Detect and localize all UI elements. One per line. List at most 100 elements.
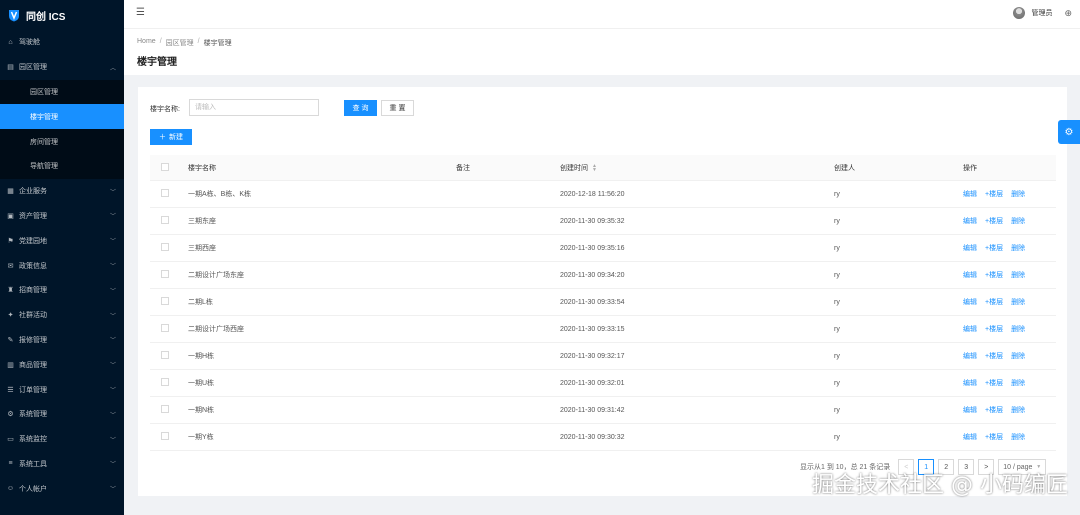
edit-link[interactable]: 编辑: [963, 324, 977, 334]
table-row[interactable]: 一期Y栋 2020-11-30 09:30:32 ry 编辑 +楼层 删除: [150, 424, 1056, 451]
row-checkbox[interactable]: [161, 432, 169, 440]
asset-icon: ▣: [7, 212, 14, 220]
sidebar-item[interactable]: ▦ 企业服务 ﹀: [0, 179, 124, 204]
sidebar-subitem[interactable]: 房间管理: [0, 129, 124, 154]
menu-fold-icon[interactable]: ☰: [136, 8, 146, 18]
sidebar-item[interactable]: ≡ 系统工具 ﹀: [0, 452, 124, 477]
row-checkbox[interactable]: [161, 405, 169, 413]
edit-link[interactable]: 编辑: [963, 189, 977, 199]
breadcrumb-park[interactable]: 园区管理: [166, 38, 194, 48]
edit-link[interactable]: 编辑: [963, 243, 977, 253]
row-checkbox-cell: [150, 432, 188, 442]
logo[interactable]: 同创 ICS: [0, 0, 124, 30]
new-building-button[interactable]: ＋ 新建: [150, 129, 192, 145]
table-row[interactable]: 二期设计广场西座 2020-11-30 09:33:15 ry 编辑 +楼层 删除: [150, 316, 1056, 343]
breadcrumb-home[interactable]: Home: [137, 38, 156, 48]
sidebar-item[interactable]: ▥ 商品管理 ﹀: [0, 352, 124, 377]
add-floor-link[interactable]: +楼层: [985, 378, 1003, 388]
top-header: ☰ 管理员 ⊕: [124, 0, 1080, 29]
row-checkbox[interactable]: [161, 270, 169, 278]
sidebar-item[interactable]: ▣ 资产管理 ﹀: [0, 204, 124, 229]
chevron-down-icon: ﹀: [109, 462, 116, 469]
select-all-checkbox[interactable]: [161, 162, 169, 171]
query-button[interactable]: 查 询: [344, 100, 377, 116]
avatar[interactable]: [1013, 7, 1026, 19]
delete-link[interactable]: 删除: [1011, 243, 1025, 253]
sidebar-item[interactable]: ▭ 系统监控 ﹀: [0, 427, 124, 452]
add-floor-link[interactable]: +楼层: [985, 324, 1003, 334]
table-row[interactable]: 二期L栋 2020-11-30 09:33:54 ry 编辑 +楼层 删除: [150, 289, 1056, 316]
sidebar-subitem[interactable]: 楼宇管理: [0, 104, 124, 130]
delete-link[interactable]: 删除: [1011, 351, 1025, 361]
settings-gear-icon[interactable]: ⚙: [1058, 120, 1080, 144]
add-floor-link[interactable]: +楼层: [985, 243, 1003, 253]
add-floor-link[interactable]: +楼层: [985, 432, 1003, 442]
table-row[interactable]: 一期N栋 2020-11-30 09:31:42 ry 编辑 +楼层 删除: [150, 397, 1056, 424]
sidebar-item[interactable]: ☰ 订单管理 ﹀: [0, 377, 124, 402]
building-name-search-input[interactable]: [189, 99, 319, 116]
username[interactable]: 管理员: [1031, 8, 1052, 18]
sidebar-item[interactable]: ☺ 个人帐户 ﹀: [0, 476, 124, 501]
row-checkbox-cell: [150, 243, 188, 253]
add-floor-link[interactable]: +楼层: [985, 216, 1003, 226]
tools-icon: ≡: [8, 460, 13, 468]
row-checkbox[interactable]: [161, 324, 169, 332]
table-row[interactable]: 三期东座 2020-11-30 09:35:32 ry 编辑 +楼层 删除: [150, 208, 1056, 235]
table-row[interactable]: 一期H栋 2020-11-30 09:32:17 ry 编辑 +楼层 删除: [150, 343, 1056, 370]
sidebar-item[interactable]: ⌂ 驾驶舱: [0, 30, 124, 55]
row-checkbox-cell: [150, 378, 188, 388]
language-globe-icon[interactable]: ⊕: [1064, 8, 1072, 19]
delete-link[interactable]: 删除: [1011, 405, 1025, 415]
delete-link[interactable]: 删除: [1011, 324, 1025, 334]
cell-actions: 编辑 +楼层 删除: [963, 351, 1056, 361]
sidebar-item[interactable]: ⚑ 党建园地 ﹀: [0, 228, 124, 253]
sidebar-item[interactable]: ♜ 招商管理 ﹀: [0, 278, 124, 303]
delete-link[interactable]: 删除: [1011, 270, 1025, 280]
delete-link[interactable]: 删除: [1011, 216, 1025, 226]
sidebar-item-label: 系统管理: [19, 411, 47, 419]
sidebar-subitem[interactable]: 导航管理: [0, 154, 124, 179]
edit-link[interactable]: 编辑: [963, 351, 977, 361]
sidebar-item[interactable]: ▤ 园区管理 ︿: [0, 55, 124, 80]
sort-icon[interactable]: ▲ ▼: [592, 163, 597, 172]
table-body: 一期A栋、B栋、K栋 2020-12-18 11:56:20 ry 编辑 +楼层 删除 三期…: [150, 181, 1056, 451]
sidebar-item[interactable]: ⚙ 系统管理 ﹀: [0, 402, 124, 427]
column-header-time[interactable]: 创建时间 ▲ ▼: [560, 163, 834, 173]
edit-link[interactable]: 编辑: [963, 297, 977, 307]
edit-link[interactable]: 编辑: [963, 378, 977, 388]
reset-button[interactable]: 重 置: [381, 100, 414, 116]
edit-link[interactable]: 编辑: [963, 432, 977, 442]
delete-link[interactable]: 删除: [1011, 297, 1025, 307]
delete-link[interactable]: 删除: [1011, 378, 1025, 388]
sidebar-item-label: 园区管理: [19, 64, 47, 72]
community-icon: ✦: [7, 312, 14, 320]
row-checkbox[interactable]: [161, 189, 169, 197]
delete-link[interactable]: 删除: [1011, 189, 1025, 199]
add-floor-link[interactable]: +楼层: [985, 351, 1003, 361]
row-checkbox[interactable]: [161, 216, 169, 224]
sidebar-item[interactable]: ✎ 报修管理 ﹀: [0, 328, 124, 353]
edit-link[interactable]: 编辑: [963, 216, 977, 226]
add-floor-link[interactable]: +楼层: [985, 189, 1003, 199]
delete-link[interactable]: 删除: [1011, 432, 1025, 442]
row-checkbox[interactable]: [161, 378, 169, 386]
add-floor-link[interactable]: +楼层: [985, 270, 1003, 280]
search-label: 楼宇名称:: [150, 106, 180, 113]
cell-actions: 编辑 +楼层 删除: [963, 270, 1056, 280]
sidebar-item[interactable]: ✉ 政策信息 ﹀: [0, 253, 124, 278]
table-row[interactable]: 一期A栋、B栋、K栋 2020-12-18 11:56:20 ry 编辑 +楼层 删除: [150, 181, 1056, 208]
table-row[interactable]: 三期西座 2020-11-30 09:35:16 ry 编辑 +楼层 删除: [150, 235, 1056, 262]
edit-link[interactable]: 编辑: [963, 270, 977, 280]
sidebar-item[interactable]: ✦ 社群活动 ﹀: [0, 303, 124, 328]
row-checkbox[interactable]: [161, 243, 169, 251]
table-row[interactable]: 一期U栋 2020-11-30 09:32:01 ry 编辑 +楼层 删除: [150, 370, 1056, 397]
add-floor-link[interactable]: +楼层: [985, 297, 1003, 307]
row-checkbox[interactable]: [161, 351, 169, 359]
edit-link[interactable]: 编辑: [963, 405, 977, 415]
row-checkbox[interactable]: [161, 297, 169, 305]
content-card: 楼宇名称: 查 询 重 置 ＋ 新建 楼宇名称 备注 创建时间 ▲▼ 创建人 操…: [138, 87, 1067, 496]
sidebar-subitem[interactable]: 园区管理: [0, 80, 124, 105]
add-floor-link[interactable]: +楼层: [985, 405, 1003, 415]
table-row[interactable]: 二期设计广场东座 2020-11-30 09:34:20 ry 编辑 +楼层 删除: [150, 262, 1056, 289]
sidebar-item-label: 系统监控: [19, 436, 47, 444]
